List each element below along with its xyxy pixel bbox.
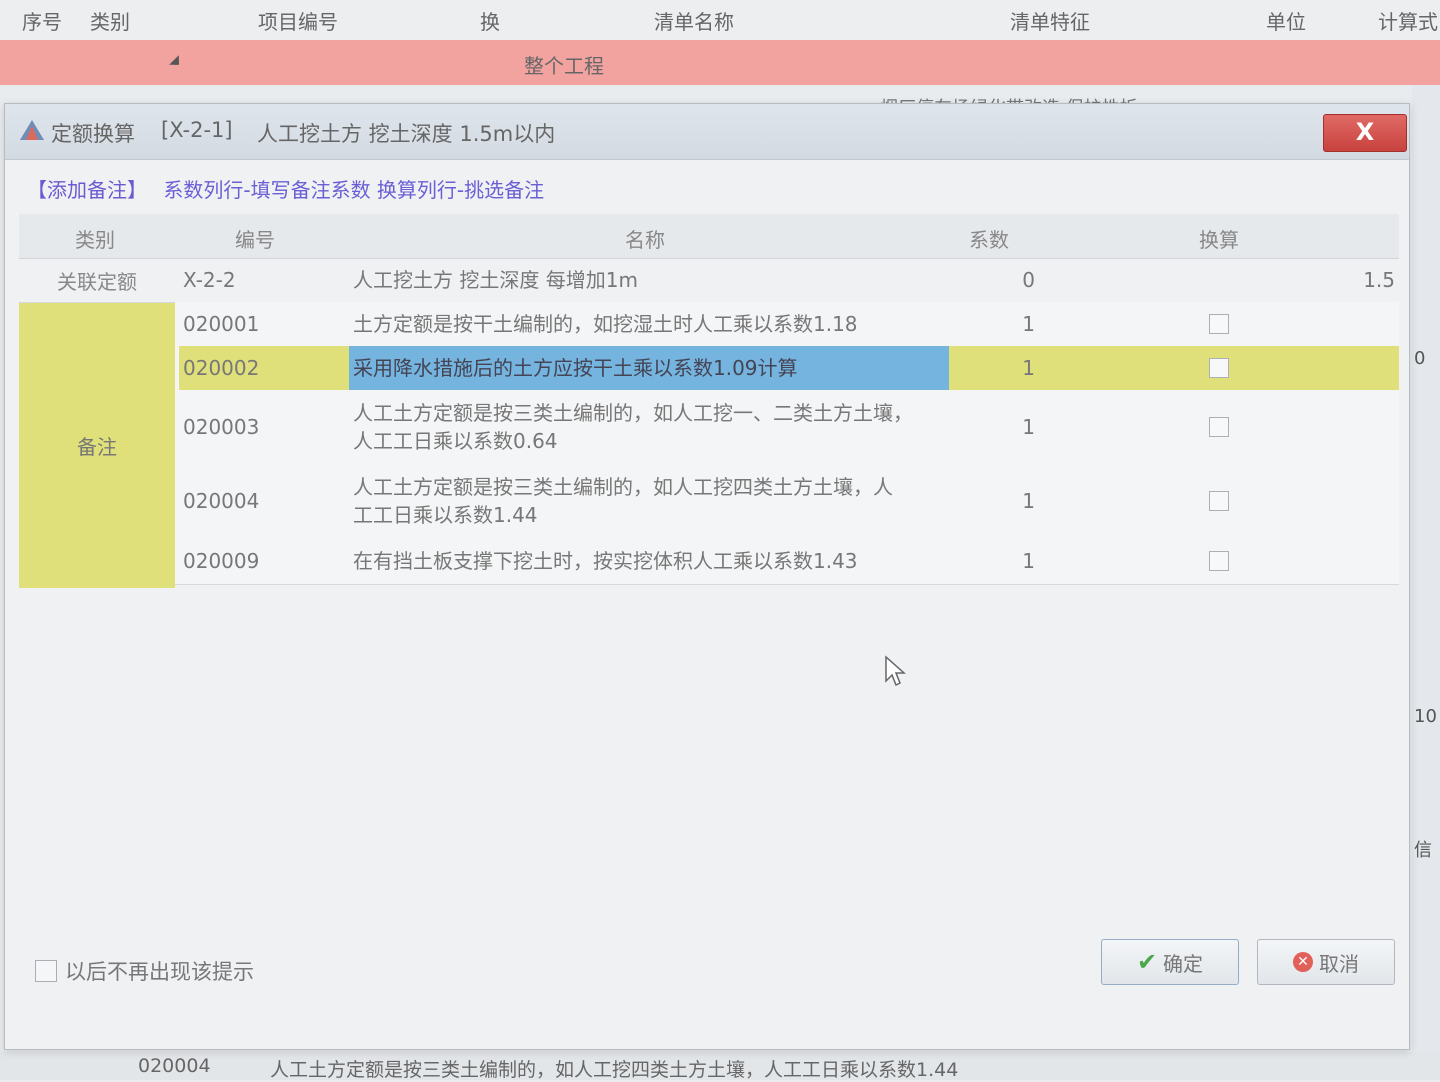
table-row[interactable]: 020009 在有挡土板支撑下挖土时，按实挖体积人工乘以系数1.43 1 <box>175 538 1399 585</box>
bg-col-swap: 换 <box>480 10 500 34</box>
col-header-code[interactable]: 编号 <box>235 224 275 253</box>
ok-button[interactable]: ✔ 确定 <box>1101 939 1239 985</box>
bg-col-name: 清单名称 <box>654 10 734 34</box>
row-name: 人工土方定额是按三类土编制的，如人工挖四类土方土壤，人工工日乘以系数1.44 <box>353 475 893 527</box>
bg-col-unit: 单位 <box>1266 10 1306 34</box>
row-convert-checkbox[interactable] <box>1199 464 1239 538</box>
row-extra-value: 1.5 <box>1363 268 1395 292</box>
row-convert-checkbox[interactable] <box>1199 346 1239 390</box>
mouse-pointer-icon <box>884 655 906 691</box>
bg-col-feature: 清单特征 <box>1010 10 1090 34</box>
background-right-strip <box>1412 85 1440 1080</box>
bg-right-value: 10 <box>1414 706 1437 727</box>
bg-col-type: 类别 <box>90 10 130 34</box>
checkmark-icon: ✔ <box>1136 948 1158 976</box>
row-name: 采用降水措施后的土方应按干土乘以系数1.09计算 <box>349 346 949 390</box>
quota-name: 人工挖土方 挖土深度 1.5m以内 <box>257 122 556 146</box>
bg-bottom-text: 人工土方定额是按三类土编制的，如人工挖四类土方土壤，人工工日乘以系数1.44 <box>270 1059 959 1081</box>
row-coefficient[interactable]: 1 <box>949 538 1041 584</box>
checkbox-icon[interactable] <box>1209 551 1229 571</box>
col-header-coefficient[interactable]: 系数 <box>969 224 1009 253</box>
dialog-titlebar[interactable]: 定额换算 [X-2-1] 人工挖土方 挖土深度 1.5m以内 X <box>5 104 1409 160</box>
table-row[interactable]: 020001 土方定额是按干土编制的，如挖湿土时人工乘以系数1.18 1 <box>175 302 1399 347</box>
cancel-button[interactable]: ✕ 取消 <box>1257 939 1395 985</box>
category-note: 备注 <box>19 302 175 588</box>
collapse-triangle-icon[interactable] <box>169 55 179 65</box>
bg-col-code: 项目编号 <box>258 10 338 34</box>
row-coefficient[interactable]: 1 <box>949 390 1041 464</box>
close-button[interactable]: X <box>1323 114 1407 152</box>
row-coefficient[interactable]: 1 <box>949 464 1041 538</box>
row-code: X-2-2 <box>183 268 236 292</box>
row-name: 人工挖土方 挖土深度 每增加1m <box>353 268 638 292</box>
row-coefficient[interactable]: 0 <box>949 258 1041 302</box>
row-name: 土方定额是按干土编制的，如挖湿土时人工乘以系数1.18 <box>353 312 858 336</box>
row-code: 020001 <box>183 312 260 336</box>
row-convert-checkbox[interactable] <box>1199 538 1239 584</box>
row-convert-checkbox[interactable] <box>1199 302 1239 346</box>
dont-show-again-label: 以后不再出现该提示 <box>65 960 254 984</box>
row-coefficient[interactable]: 1 <box>949 346 1041 390</box>
bg-right-value: 信 <box>1414 840 1432 861</box>
background-bottom-row: 020004 人工土方定额是按三类土编制的，如人工挖四类土方土壤，人工工日乘以系… <box>0 1052 1440 1081</box>
row-name: 人工土方定额是按三类土编制的，如人工挖一、二类土方土壤，人工工日乘以系数0.64 <box>353 401 913 453</box>
row-name: 在有挡土板支撑下挖土时，按实挖体积人工乘以系数1.43 <box>353 549 858 573</box>
app-logo-icon <box>19 118 45 146</box>
row-code: 020004 <box>183 489 260 513</box>
add-note-link[interactable]: 【添加备注】 <box>27 178 147 202</box>
hint-instructions: 系数列行-填写备注系数 换算列行-挑选备注 <box>163 178 545 202</box>
row-code: 020002 <box>179 346 349 390</box>
row-convert-checkbox[interactable] <box>1199 390 1239 464</box>
table-row[interactable]: 020004 人工土方定额是按三类土编制的，如人工挖四类土方土壤，人工工日乘以系… <box>175 464 1399 539</box>
table-row-selected[interactable]: 020002 采用降水措施后的土方应按干土乘以系数1.09计算 1 <box>175 346 1399 391</box>
cancel-label: 取消 <box>1319 951 1359 976</box>
row-coefficient[interactable]: 1 <box>949 302 1041 346</box>
bg-bottom-code: 020004 <box>138 1055 211 1077</box>
col-header-convert[interactable]: 换算 <box>1199 224 1239 253</box>
dont-show-again-checkbox[interactable] <box>35 960 57 982</box>
bg-right-value: 0 <box>1414 348 1426 369</box>
table-row[interactable]: 020003 人工土方定额是按三类土编制的，如人工挖一、二类土方土壤，人工工日乘… <box>175 390 1399 465</box>
col-header-name[interactable]: 名称 <box>625 224 665 253</box>
checkbox-icon[interactable] <box>1209 491 1229 511</box>
background-column-header: 序号 类别 项目编号 换 清单名称 清单特征 单位 计算式 <box>0 0 1440 41</box>
quota-conversion-dialog: 定额换算 [X-2-1] 人工挖土方 挖土深度 1.5m以内 X 【添加备注】 … <box>4 103 1410 1050</box>
checkbox-icon[interactable] <box>1209 417 1229 437</box>
bg-col-formula: 计算式 <box>1378 10 1438 34</box>
cancel-circle-icon: ✕ <box>1293 952 1313 972</box>
ok-label: 确定 <box>1163 951 1204 976</box>
quota-code: [X-2-1] <box>161 118 233 142</box>
checkbox-icon[interactable] <box>1209 358 1229 378</box>
row-code: 020003 <box>183 415 260 439</box>
checkbox-icon[interactable] <box>1209 314 1229 334</box>
col-header-category[interactable]: 类别 <box>75 224 115 253</box>
dialog-title: 定额换算 <box>51 122 135 146</box>
hint-bar: 【添加备注】 系数列行-填写备注系数 换算列行-挑选备注 <box>27 174 544 203</box>
row-code: 020009 <box>183 549 260 573</box>
bg-col-index: 序号 <box>22 10 62 34</box>
project-row-label: 整个工程 <box>524 54 604 78</box>
background-project-row[interactable]: 整个工程 <box>0 40 1440 85</box>
grid-header: 类别 编号 名称 系数 换算 <box>19 214 1399 259</box>
note-grid: 类别 编号 名称 系数 换算 关联定额 备注 X-2-2 人工挖土方 挖土深度 … <box>19 214 1399 594</box>
table-row[interactable]: X-2-2 人工挖土方 挖土深度 每增加1m 0 1.5 <box>19 258 1399 303</box>
dont-show-again-option[interactable]: 以后不再出现该提示 <box>35 956 254 986</box>
